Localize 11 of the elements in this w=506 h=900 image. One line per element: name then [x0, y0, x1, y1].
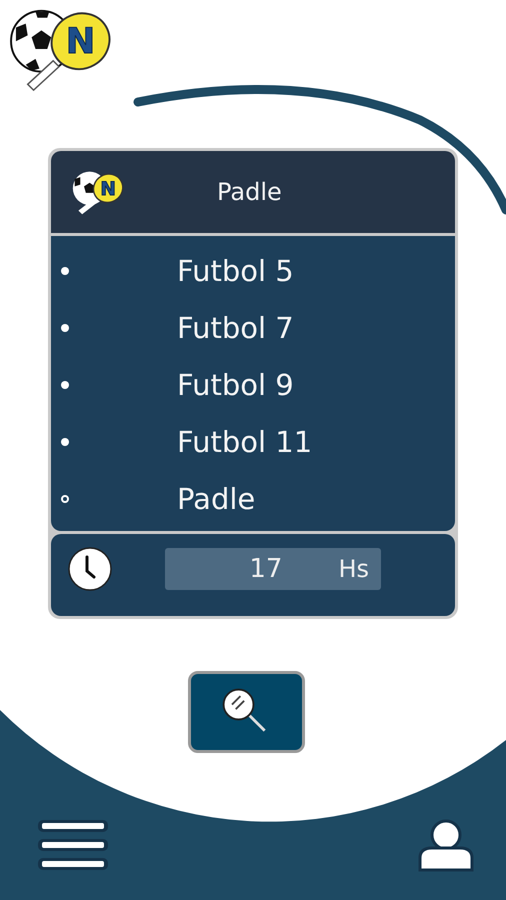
sport-option[interactable]: Padle: [51, 470, 455, 527]
sport-option[interactable]: Futbol 7: [51, 299, 455, 356]
clock-icon: [67, 546, 113, 592]
hour-field[interactable]: 17 Hs: [165, 548, 381, 590]
search-button[interactable]: [188, 671, 304, 753]
profile-button[interactable]: [416, 818, 476, 874]
sport-option[interactable]: Futbol 5: [51, 242, 455, 299]
sport-option[interactable]: Futbol 11: [51, 413, 455, 470]
card-title: Padle: [217, 178, 282, 206]
user-icon: [416, 818, 476, 874]
sport-option[interactable]: Futbol 9: [51, 356, 455, 413]
